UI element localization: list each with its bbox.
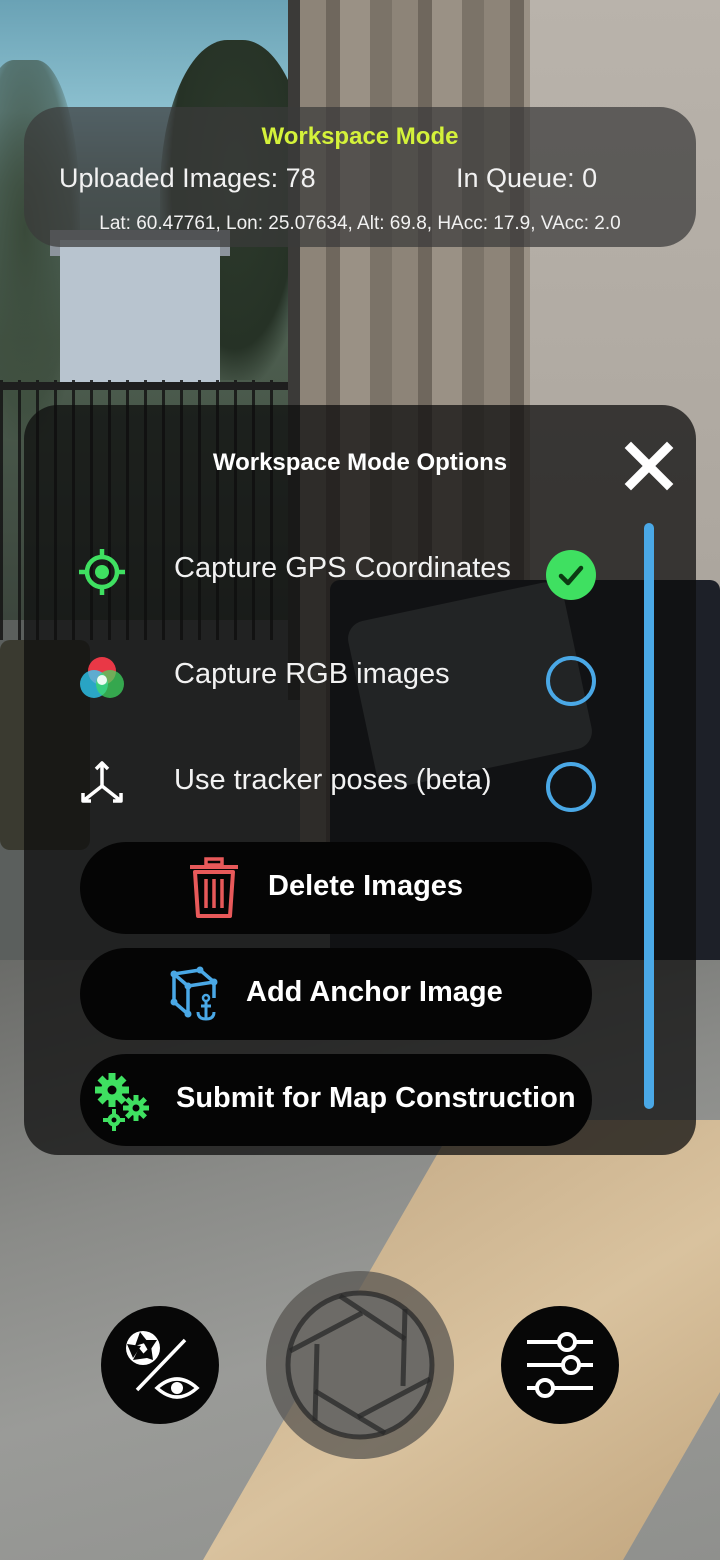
mode-title: Workspace Mode xyxy=(261,123,459,150)
sliders-icon xyxy=(527,1332,593,1398)
panel-title: Workspace Mode Options xyxy=(212,449,508,476)
queue-count: In Queue: 0 xyxy=(456,163,598,193)
button-label: Delete Images xyxy=(268,870,464,902)
shutter-button[interactable] xyxy=(266,1271,454,1459)
uploaded-images-count: Uploaded Images: 78 xyxy=(59,163,316,193)
checkbox-unchecked[interactable] xyxy=(546,656,596,706)
workspace-options-panel: Workspace Mode Options Capture GPS Coord… xyxy=(24,405,696,1155)
gps-target-icon xyxy=(79,549,125,595)
capture-preview-toggle-button[interactable] xyxy=(101,1306,219,1424)
option-tracker-poses[interactable]: Use tracker poses (beta) xyxy=(24,742,624,822)
gps-readout: Lat: 60.47761, Lon: 25.07634, Alt: 69.8,… xyxy=(99,213,621,234)
settings-button[interactable] xyxy=(501,1306,619,1424)
rgb-circles-icon xyxy=(80,657,124,698)
axes-icon xyxy=(81,761,123,803)
trash-icon xyxy=(190,857,238,918)
checkmark-icon xyxy=(558,565,584,586)
button-label: Add Anchor Image xyxy=(246,976,503,1008)
close-button[interactable] xyxy=(622,439,676,493)
status-panel: Workspace Mode Uploaded Images: 78 In Qu… xyxy=(24,107,696,247)
option-capture-gps[interactable]: Capture GPS Coordinates xyxy=(24,530,624,610)
option-capture-rgb[interactable]: Capture RGB images xyxy=(24,636,624,716)
add-anchor-image-button[interactable]: Add Anchor Image xyxy=(80,948,592,1040)
checkbox-unchecked[interactable] xyxy=(546,762,596,812)
shutter-icon xyxy=(285,1290,435,1440)
button-label: Submit for Map Construction xyxy=(176,1082,576,1114)
shutter-eye-toggle-icon xyxy=(126,1331,200,1399)
scrollbar[interactable] xyxy=(644,523,654,1109)
option-label: Capture GPS Coordinates xyxy=(174,552,511,584)
submit-map-construction-button[interactable]: Submit for Map Construction xyxy=(80,1054,592,1146)
option-label: Capture RGB images xyxy=(174,658,450,690)
anchor-cube-icon xyxy=(170,966,218,1021)
close-icon xyxy=(624,441,674,491)
option-label: Use tracker poses (beta) xyxy=(174,764,492,796)
gears-icon xyxy=(95,1073,149,1131)
delete-images-button[interactable]: Delete Images xyxy=(80,842,592,934)
checkbox-checked[interactable] xyxy=(546,550,596,600)
